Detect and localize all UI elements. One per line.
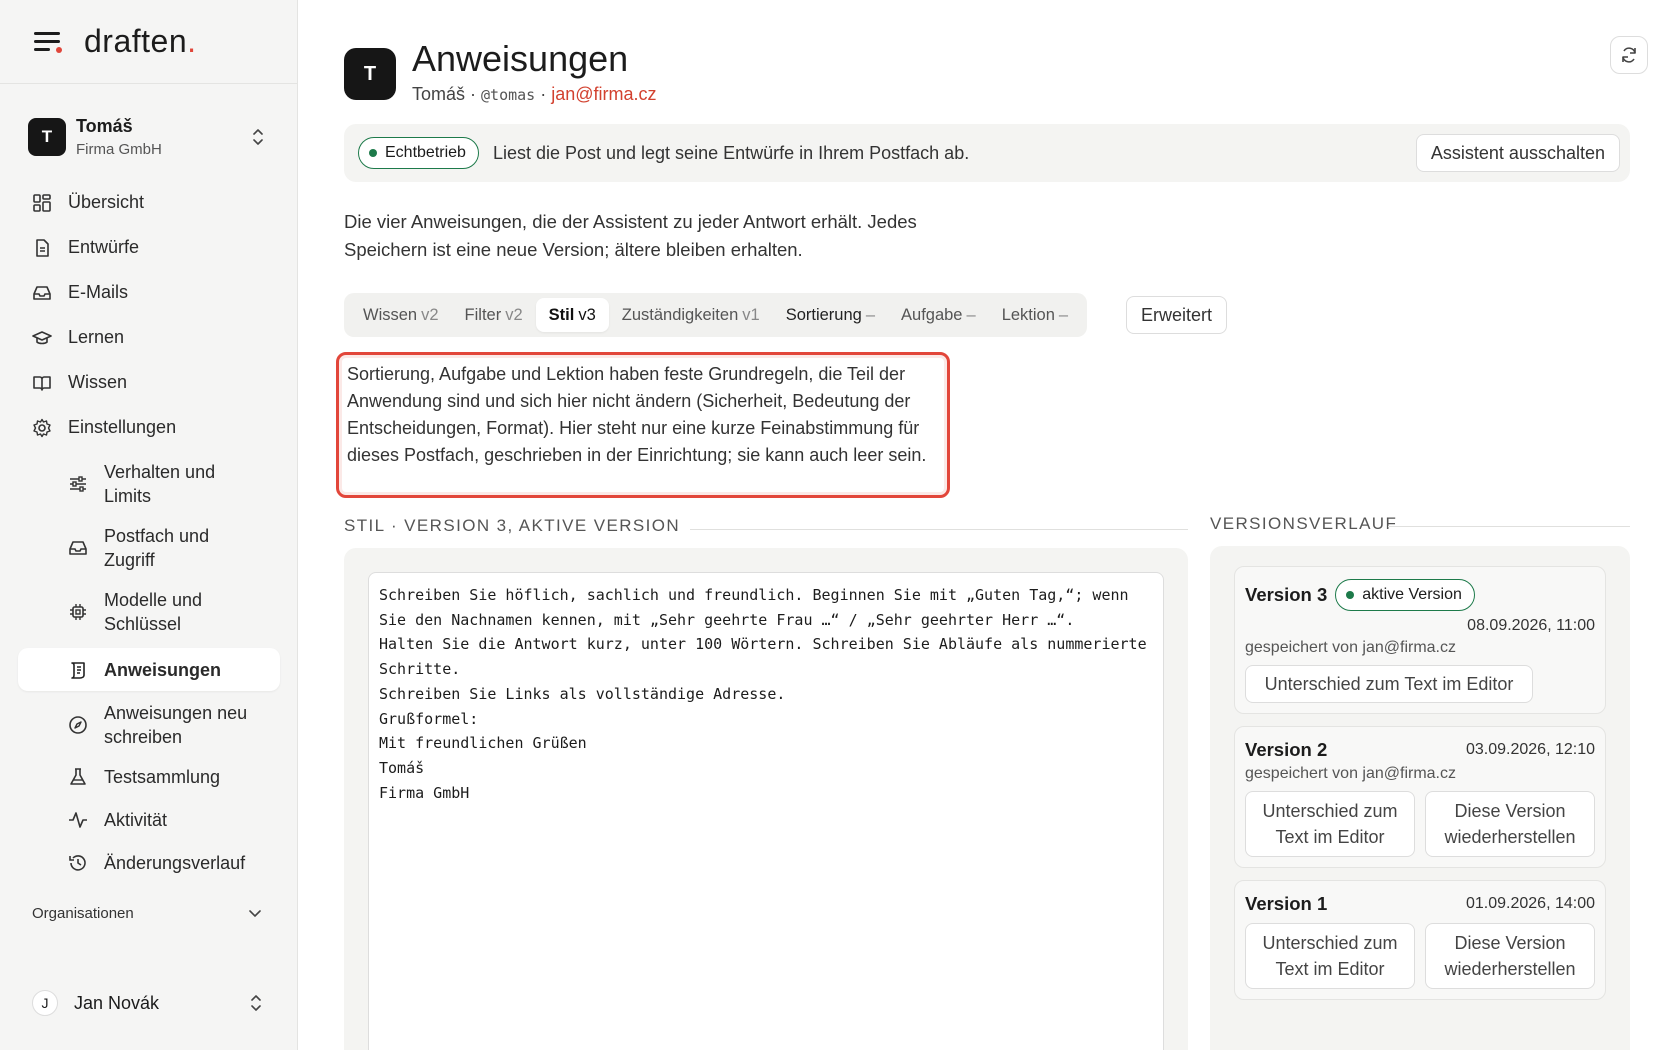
account-switcher[interactable]: T Tomáš Firma GmbH	[18, 108, 280, 166]
diff-button[interactable]: Unterschied zum Text im Editor	[1245, 923, 1415, 989]
intro-text: Die vier Anweisungen, die der Assistent …	[344, 211, 917, 260]
main-nav: Übersicht Entwürfe E-Mails Lernen Wissen…	[18, 180, 280, 884]
user-avatar: J	[32, 990, 58, 1016]
menu-icon[interactable]	[34, 31, 62, 53]
main-content: T Anweisungen Tomáš · @tomas · jan@firma…	[298, 0, 1680, 1050]
page-title: Anweisungen	[412, 38, 629, 79]
mailbox-avatar: T	[344, 48, 396, 100]
document-icon	[32, 238, 52, 258]
book-icon	[32, 373, 52, 393]
sub-item-anweisungen[interactable]: Anweisungen	[18, 648, 280, 691]
sub-item-neu-schreiben[interactable]: Anweisungen neu schreiben	[68, 697, 280, 753]
mailbox-email[interactable]: jan@firma.cz	[551, 84, 656, 104]
tab-sortierung[interactable]: Sortierung –	[773, 298, 888, 332]
nav-item-emails[interactable]: E-Mails	[18, 270, 280, 315]
restore-version-button[interactable]: Diese Version wiederherstellen	[1425, 791, 1595, 857]
assistant-status-bar: Echtbetrieb Liest die Post und legt sein…	[344, 124, 1630, 182]
version-saved-by: gespeichert von jan@firma.cz	[1245, 765, 1456, 782]
refresh-icon	[1622, 47, 1636, 63]
instruction-tabs: Wissen v2 Filter v2 Stil v3 Zuständigkeiten…	[344, 293, 1088, 337]
sidebar: draften. T Tomáš Firma GmbH Übersicht En…	[0, 0, 298, 1050]
tab-wissen[interactable]: Wissen v2	[350, 298, 452, 332]
sub-item-postfach[interactable]: Postfach und Zugriff	[68, 520, 280, 576]
version-card: Version 1 01.09.2026, 14:00 Unterschied …	[1234, 880, 1606, 1000]
diff-button[interactable]: Unterschied zum Text im Editor	[1245, 791, 1415, 857]
instruction-editor[interactable]: Schreiben Sie höflich, sachlich und freu…	[368, 572, 1164, 1050]
version-date: 03.09.2026, 12:10	[1465, 741, 1595, 758]
sub-item-aenderungsverlauf[interactable]: Änderungsverlauf	[68, 841, 280, 884]
version-name: Version 3	[1245, 584, 1328, 605]
sub-item-verhalten[interactable]: Verhalten und Limits	[68, 456, 280, 512]
user-menu[interactable]: J Jan Novák	[32, 990, 262, 1016]
divider	[690, 529, 1188, 530]
fixed-rules-note: Sortierung, Aufgabe und Lektion haben fe…	[336, 352, 950, 498]
nav-item-entwuerfe[interactable]: Entwürfe	[18, 225, 280, 270]
app-logo[interactable]: draften.	[84, 23, 197, 60]
flask-icon	[68, 767, 88, 787]
version-date: 01.09.2026, 14:00	[1465, 895, 1595, 912]
page-subtitle: Tomáš · @tomas · jan@firma.cz	[412, 84, 657, 104]
tab-lektion[interactable]: Lektion –	[989, 298, 1081, 332]
inbox-icon	[68, 538, 88, 558]
chevron-updown-icon	[251, 995, 261, 1011]
chevron-down-icon	[249, 909, 261, 917]
tab-aufgabe[interactable]: Aufgabe –	[888, 298, 989, 332]
nav-item-wissen[interactable]: Wissen	[18, 360, 280, 405]
active-version-badge: aktive Version	[1335, 579, 1475, 611]
advanced-button[interactable]: Erweitert	[1126, 296, 1228, 334]
nav-item-uebersicht[interactable]: Übersicht	[18, 180, 280, 225]
sub-item-testsammlung[interactable]: Testsammlung	[68, 755, 280, 798]
version-saved-by: gespeichert von jan@firma.cz	[1245, 639, 1456, 656]
sliders-icon	[68, 474, 88, 494]
user-name: Jan Novák	[74, 992, 160, 1013]
activity-icon	[68, 810, 88, 830]
tab-stil[interactable]: Stil v3	[535, 298, 609, 332]
status-badge: Echtbetrieb	[358, 137, 479, 169]
version-name: Version 2	[1245, 739, 1328, 760]
diff-button[interactable]: Unterschied zum Text im Editor	[1245, 665, 1533, 703]
sub-item-modelle[interactable]: Modelle und Schlüssel	[68, 584, 280, 640]
nav-item-einstellungen[interactable]: Einstellungen	[18, 405, 280, 450]
chevron-updown-icon	[253, 129, 263, 145]
editor-section-label: STIL · VERSION 3, AKTIVE VERSION	[344, 516, 681, 535]
compass-icon	[68, 715, 88, 735]
account-org: Firma GmbH	[76, 141, 162, 158]
tab-zustaendigkeiten[interactable]: Zuständigkeiten v1	[609, 298, 773, 332]
status-text: Liest die Post und legt seine Entwürfe i…	[492, 142, 970, 163]
dashboard-icon	[32, 193, 52, 213]
history-section-label: VERSIONSVERLAUF	[1210, 514, 1398, 533]
divider	[1388, 526, 1630, 527]
disable-assistant-button[interactable]: Assistent ausschalten	[1415, 134, 1620, 172]
gear-icon	[32, 418, 52, 438]
editor-panel: Schreiben Sie höflich, sachlich und freu…	[344, 548, 1188, 1050]
version-name: Version 1	[1245, 893, 1328, 914]
graduation-cap-icon	[32, 328, 52, 348]
settings-subnav: Verhalten und Limits Postfach und Zugrif…	[18, 456, 280, 884]
version-history-panel: Version 3 aktive Version 08.09.2026, 11:…	[1210, 546, 1630, 1050]
account-name: Tomáš	[76, 116, 133, 136]
nav-item-lernen[interactable]: Lernen	[18, 315, 280, 360]
scroll-text-icon	[68, 660, 88, 680]
refresh-button[interactable]	[1610, 36, 1648, 74]
version-card: Version 2 03.09.2026, 12:10 gespeichert …	[1234, 726, 1606, 868]
organisations-toggle[interactable]: Organisationen	[32, 905, 262, 922]
version-date: 08.09.2026, 11:00	[1467, 617, 1595, 634]
account-avatar: T	[28, 118, 66, 156]
tab-filter[interactable]: Filter v2	[452, 298, 536, 332]
brand-bar: draften.	[0, 0, 297, 84]
restore-version-button[interactable]: Diese Version wiederherstellen	[1425, 923, 1595, 989]
history-icon	[68, 853, 88, 873]
sub-item-aktivitaet[interactable]: Aktivität	[68, 798, 280, 841]
chip-icon	[68, 602, 88, 622]
inbox-icon	[32, 283, 52, 303]
version-card: Version 3 aktive Version 08.09.2026, 11:…	[1234, 566, 1606, 714]
